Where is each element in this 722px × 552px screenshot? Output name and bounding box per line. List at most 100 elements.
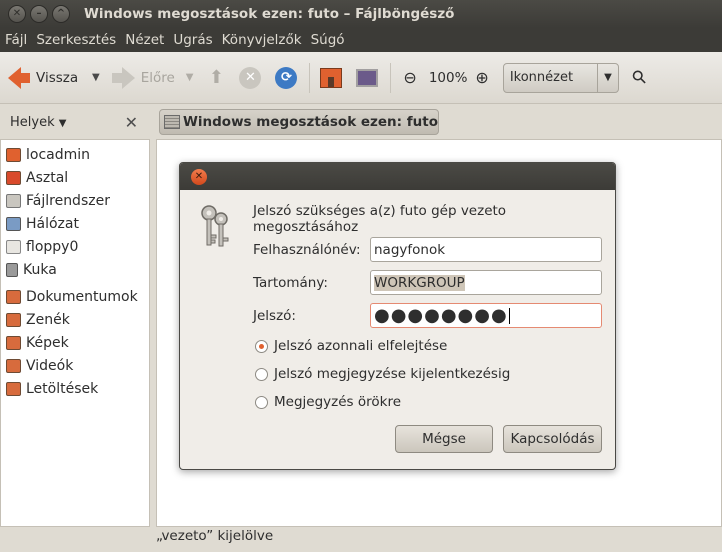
home-folder-icon	[6, 147, 21, 162]
forget-immediately-radio[interactable]: Jelszó azonnali elfelejtése	[255, 338, 447, 354]
sidebar-item-label: Kuka	[23, 261, 57, 278]
dialog-title-bar: ✕	[180, 163, 615, 190]
close-window-button[interactable]: ✕	[8, 5, 26, 23]
menu-bar: Fájl Szerkesztés Nézet Ugrás Könyvjelzők…	[0, 28, 722, 52]
sidebar-item-label: Fájlrendszer	[26, 192, 110, 209]
sidebar-item-network[interactable]: Hálózat	[1, 212, 149, 235]
connect-button[interactable]: Kapcsolódás	[503, 425, 602, 453]
stop-icon[interactable]: ✕	[239, 66, 262, 89]
password-dialog: ✕ Jelszó szükséges a(z) futo gép vezeto …	[179, 162, 616, 470]
remember-until-logout-radio[interactable]: Jelszó megjegyzése kijelentkezésig	[255, 366, 510, 382]
sidebar-item-videos[interactable]: Videók	[1, 354, 149, 377]
sidebar-item-label: locadmin	[26, 146, 91, 163]
menu-help[interactable]: Súgó	[311, 32, 345, 48]
view-mode-select[interactable]: Ikonnézet ▼	[502, 62, 619, 93]
forward-history-dropdown-icon[interactable]: ▼	[186, 72, 194, 83]
radio-label: Megjegyzés örökre	[274, 394, 402, 410]
radio-selected-icon	[255, 339, 268, 353]
forward-arrow-icon	[111, 66, 135, 89]
zoom-level[interactable]: 100%	[429, 70, 468, 86]
zoom-out-icon[interactable]: ⊖	[403, 68, 416, 87]
dialog-message: Jelszó szükséges a(z) futo gép vezeto me…	[253, 203, 507, 235]
password-value: ●●●●●●●●	[374, 304, 508, 326]
domain-value: WORKGROUP	[374, 274, 465, 291]
computer-icon[interactable]	[356, 68, 379, 87]
sidebar-item-downloads[interactable]: Letöltések	[1, 377, 149, 400]
username-label: Felhasználónév:	[253, 242, 361, 258]
trash-icon	[6, 262, 18, 277]
menu-view[interactable]: Nézet	[125, 32, 164, 48]
back-history-dropdown-icon[interactable]: ▼	[92, 72, 100, 83]
radio-label: Jelszó megjegyzése kijelentkezésig	[274, 366, 511, 382]
sidebar-header: Helyek ▼ ✕	[0, 105, 150, 139]
view-mode-value: Ikonnézet	[509, 70, 574, 85]
menu-go[interactable]: Ugrás	[173, 32, 212, 48]
remember-forever-radio[interactable]: Megjegyzés örökre	[255, 394, 401, 410]
sidebar-item-trash[interactable]: Kuka	[1, 258, 149, 281]
filesystem-icon	[6, 193, 21, 208]
radio-unselected-icon	[255, 395, 268, 409]
password-field[interactable]: ●●●●●●●●	[370, 303, 602, 328]
close-sidebar-icon[interactable]: ✕	[125, 113, 138, 132]
menu-bookmarks[interactable]: Könyvjelzők	[222, 32, 302, 48]
zoom-in-icon[interactable]: ⊕	[475, 68, 488, 87]
maximize-window-button[interactable]: ^	[52, 5, 70, 23]
sidebar-item-desktop[interactable]: Asztal	[1, 166, 149, 189]
sidebar-item-label: Videók	[26, 357, 74, 374]
radio-label: Jelszó azonnali elfelejtése	[274, 338, 448, 354]
sidebar-item-music[interactable]: Zenék	[1, 308, 149, 331]
desktop-folder-icon	[6, 170, 21, 185]
cancel-button[interactable]: Mégse	[395, 425, 493, 453]
toolbar-separator	[390, 62, 392, 93]
floppy-icon	[6, 239, 21, 254]
home-icon[interactable]	[320, 67, 343, 88]
window-title: Windows megosztások ezen: futo – Fájlbön…	[84, 6, 455, 22]
places-label: Helyek	[10, 114, 55, 130]
chevron-down-icon: ▼	[58, 117, 67, 129]
sidebar-item-pictures[interactable]: Képek	[1, 331, 149, 354]
network-share-icon	[164, 115, 180, 129]
password-label: Jelszó:	[253, 308, 296, 324]
domain-field[interactable]: WORKGROUP	[370, 270, 602, 295]
sidebar-item-label: Letöltések	[26, 380, 99, 397]
menu-file[interactable]: Fájl	[5, 32, 27, 48]
forward-button[interactable]: Előre	[111, 66, 176, 89]
downloads-folder-icon	[6, 381, 21, 396]
sidebar-item-floppy[interactable]: floppy0	[1, 235, 149, 258]
sidebar-item-label: Zenék	[26, 311, 70, 328]
music-folder-icon	[6, 312, 21, 327]
documents-folder-icon	[6, 289, 21, 304]
sidebar: locadmin Asztal Fájlrendszer Hálózat flo…	[0, 139, 150, 527]
places-dropdown[interactable]: Helyek ▼	[10, 115, 66, 130]
location-label: Windows megosztások ezen: futo	[183, 114, 438, 130]
up-arrow-icon[interactable]: ⬆	[205, 67, 227, 89]
reload-icon[interactable]: ⟳	[275, 66, 298, 89]
keys-icon	[201, 205, 229, 247]
sidebar-item-documents[interactable]: Dokumentumok	[1, 285, 149, 308]
back-button[interactable]: Vissza	[8, 66, 82, 89]
sidebar-item-label: Képek	[26, 334, 69, 351]
radio-unselected-icon	[255, 367, 268, 381]
username-field[interactable]: nagyfonok	[370, 237, 602, 262]
text-caret	[508, 307, 510, 324]
sidebar-item-label: Dokumentumok	[26, 288, 138, 305]
back-label: Vissza	[36, 69, 79, 86]
domain-label: Tartomány:	[253, 275, 328, 291]
sidebar-item-locadmin[interactable]: locadmin	[1, 143, 149, 166]
pictures-folder-icon	[6, 335, 21, 350]
menu-edit[interactable]: Szerkesztés	[36, 32, 116, 48]
sidebar-item-filesystem[interactable]: Fájlrendszer	[1, 189, 149, 212]
location-button[interactable]: Windows megosztások ezen: futo	[159, 109, 439, 135]
minimize-window-button[interactable]: –	[30, 5, 48, 23]
chevron-down-icon: ▼	[597, 63, 612, 92]
sidebar-item-label: Asztal	[26, 169, 69, 186]
toolbar: Vissza ▼ Előre ▼ ⬆ ✕ ⟳ ⊖ 100% ⊕ Ikonnéze…	[0, 52, 722, 104]
close-dialog-icon[interactable]: ✕	[191, 168, 207, 185]
search-icon[interactable]: ⚲	[627, 65, 651, 89]
username-value: nagyfonok	[374, 241, 446, 258]
status-bar: „vezeto” kijelölve	[156, 528, 274, 544]
videos-folder-icon	[6, 358, 21, 373]
sidebar-item-label: Hálózat	[26, 215, 79, 232]
network-icon	[6, 216, 21, 231]
back-arrow-icon	[8, 66, 30, 89]
